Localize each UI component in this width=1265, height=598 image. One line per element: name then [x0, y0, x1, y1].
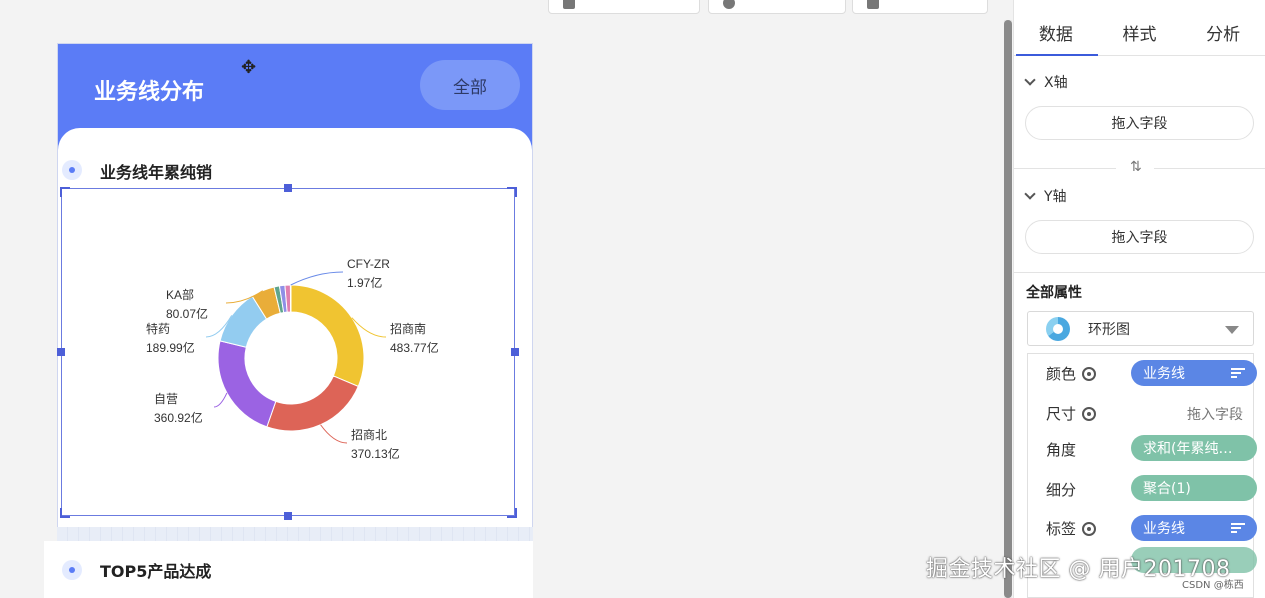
donut-chart: 招商南 483.77亿招商北 370.13亿 自营 360.92亿 特药 189.99亿 KA…: [146, 257, 439, 461]
sort-icon[interactable]: [1231, 523, 1245, 533]
toolbar-button-2[interactable]: [708, 0, 846, 14]
y-axis-header[interactable]: Y轴: [1024, 186, 1067, 206]
x-axis-label: X轴: [1044, 75, 1068, 91]
panel-tabs: 数据 样式 分析: [1014, 9, 1265, 56]
color-field-value: 业务线: [1143, 366, 1185, 382]
section-bullet-icon: [62, 560, 82, 580]
slice-label-value: 360.92亿: [154, 410, 203, 425]
gear-icon[interactable]: [1082, 406, 1097, 421]
tab-analysis[interactable]: 分析: [1181, 9, 1265, 55]
slice-label-value: 80.07亿: [166, 306, 208, 321]
mark-tag-label: 标签: [1046, 520, 1077, 538]
card-title: 业务线分布: [94, 80, 205, 105]
label-leader-line: [320, 424, 348, 444]
swap-axes-icon[interactable]: ⇅: [1130, 159, 1142, 175]
slice-label-value: 370.13亿: [351, 446, 400, 461]
divider: [1154, 168, 1265, 169]
gear-icon[interactable]: [1082, 521, 1097, 536]
toolbar-button-3[interactable]: [852, 0, 988, 14]
mark-angle-label: 角度: [1046, 441, 1077, 459]
angle-field-pill[interactable]: 求和(年累纯…: [1131, 435, 1257, 461]
property-panel: 数据 样式 分析 X轴 拖入字段 ⇅ Y轴 拖入字段 全部属性 环形图 颜色 业…: [1013, 0, 1265, 598]
move-icon[interactable]: ✥: [241, 57, 256, 78]
divider: [1014, 168, 1116, 169]
gear-icon[interactable]: [1082, 366, 1097, 381]
mark-size-label: 尺寸: [1046, 405, 1077, 423]
resize-handle-nw[interactable]: [60, 187, 70, 197]
size-drop-field[interactable]: 拖入字段: [1187, 404, 1243, 424]
all-properties-label: 全部属性: [1026, 285, 1082, 301]
mark-size-row[interactable]: 尺寸: [1046, 403, 1097, 424]
mark-angle-row[interactable]: 角度: [1046, 439, 1076, 460]
resize-handle-ne[interactable]: [507, 187, 517, 197]
mark-tag-row[interactable]: 标签: [1046, 518, 1097, 539]
slice-label-name: CFY-ZR: [347, 257, 390, 271]
slice-label-name: 招商南: [390, 321, 426, 336]
label-leader-line: [290, 271, 344, 286]
tag-field-value: 业务线: [1143, 521, 1185, 537]
toolbar-icon: [563, 0, 575, 9]
toolbar-icon: [867, 0, 879, 9]
dropdown-caret-icon: [1225, 326, 1239, 334]
donut-slice-自营[interactable]: [217, 340, 277, 428]
chart-type-value: 环形图: [1088, 321, 1130, 338]
donut-slice-招商北[interactable]: [266, 375, 359, 432]
filter-all-button[interactable]: 全部: [420, 60, 520, 110]
toolbar-icon: [723, 0, 735, 9]
slice-label-value: 189.99亿: [146, 340, 195, 355]
mark-detail-row[interactable]: 细分: [1046, 479, 1076, 500]
chart-type-select[interactable]: 环形图: [1027, 311, 1254, 346]
divider: [1014, 272, 1265, 273]
color-field-pill[interactable]: 业务线: [1131, 360, 1257, 386]
y-axis-label: Y轴: [1044, 189, 1067, 205]
tag-field-pill[interactable]: 业务线: [1131, 515, 1257, 541]
toolbar-button-1[interactable]: [548, 0, 700, 14]
x-axis-drop-field[interactable]: 拖入字段: [1025, 106, 1254, 140]
donut-slice-CFY-ZR[interactable]: [289, 284, 292, 313]
resize-handle-s[interactable]: [284, 512, 292, 520]
detail-field-pill[interactable]: 聚合(1): [1131, 475, 1257, 501]
donut-slice-招商南[interactable]: [290, 284, 365, 388]
slice-label-name: 特药: [146, 321, 170, 336]
slice-label-name: 自营: [154, 392, 178, 406]
label-leader-line: [213, 392, 228, 408]
mark-color-row[interactable]: 颜色: [1046, 363, 1097, 384]
slice-label-name: 招商北: [351, 427, 387, 442]
tab-style[interactable]: 样式: [1098, 9, 1182, 55]
canvas-scrollbar[interactable]: [1004, 20, 1012, 598]
mark-color-label: 颜色: [1046, 365, 1077, 383]
slice-label-name: KA部: [166, 287, 194, 302]
slice-label-value: 1.97亿: [347, 275, 382, 290]
section-title: 业务线年累纯销: [100, 163, 213, 182]
tab-data[interactable]: 数据: [1014, 9, 1098, 56]
canvas-grid: [57, 527, 533, 541]
chevron-down-icon: [1024, 188, 1036, 200]
scrollbar-thumb[interactable]: [1004, 20, 1012, 598]
resize-handle-e[interactable]: [511, 348, 519, 356]
slice-label-value: 483.77亿: [390, 340, 439, 355]
mark-detail-label: 细分: [1046, 481, 1077, 499]
resize-handle-sw[interactable]: [60, 508, 70, 518]
resize-handle-w[interactable]: [57, 348, 65, 356]
chevron-down-icon: [1024, 74, 1036, 86]
section-title: TOP5产品达成: [100, 562, 212, 581]
resize-handle-n[interactable]: [284, 184, 292, 192]
watermark-small: CSDN @栋西: [1182, 580, 1244, 591]
y-axis-drop-field[interactable]: 拖入字段: [1025, 220, 1254, 254]
section-bullet-icon: [62, 160, 82, 180]
donut-chart-icon: [1046, 316, 1070, 341]
x-axis-header[interactable]: X轴: [1024, 72, 1068, 92]
chart-widget[interactable]: 招商南 483.77亿招商北 370.13亿 自营 360.92亿 特药 189.99亿 KA…: [61, 188, 515, 516]
resize-handle-se[interactable]: [507, 508, 517, 518]
sort-icon[interactable]: [1231, 368, 1245, 378]
